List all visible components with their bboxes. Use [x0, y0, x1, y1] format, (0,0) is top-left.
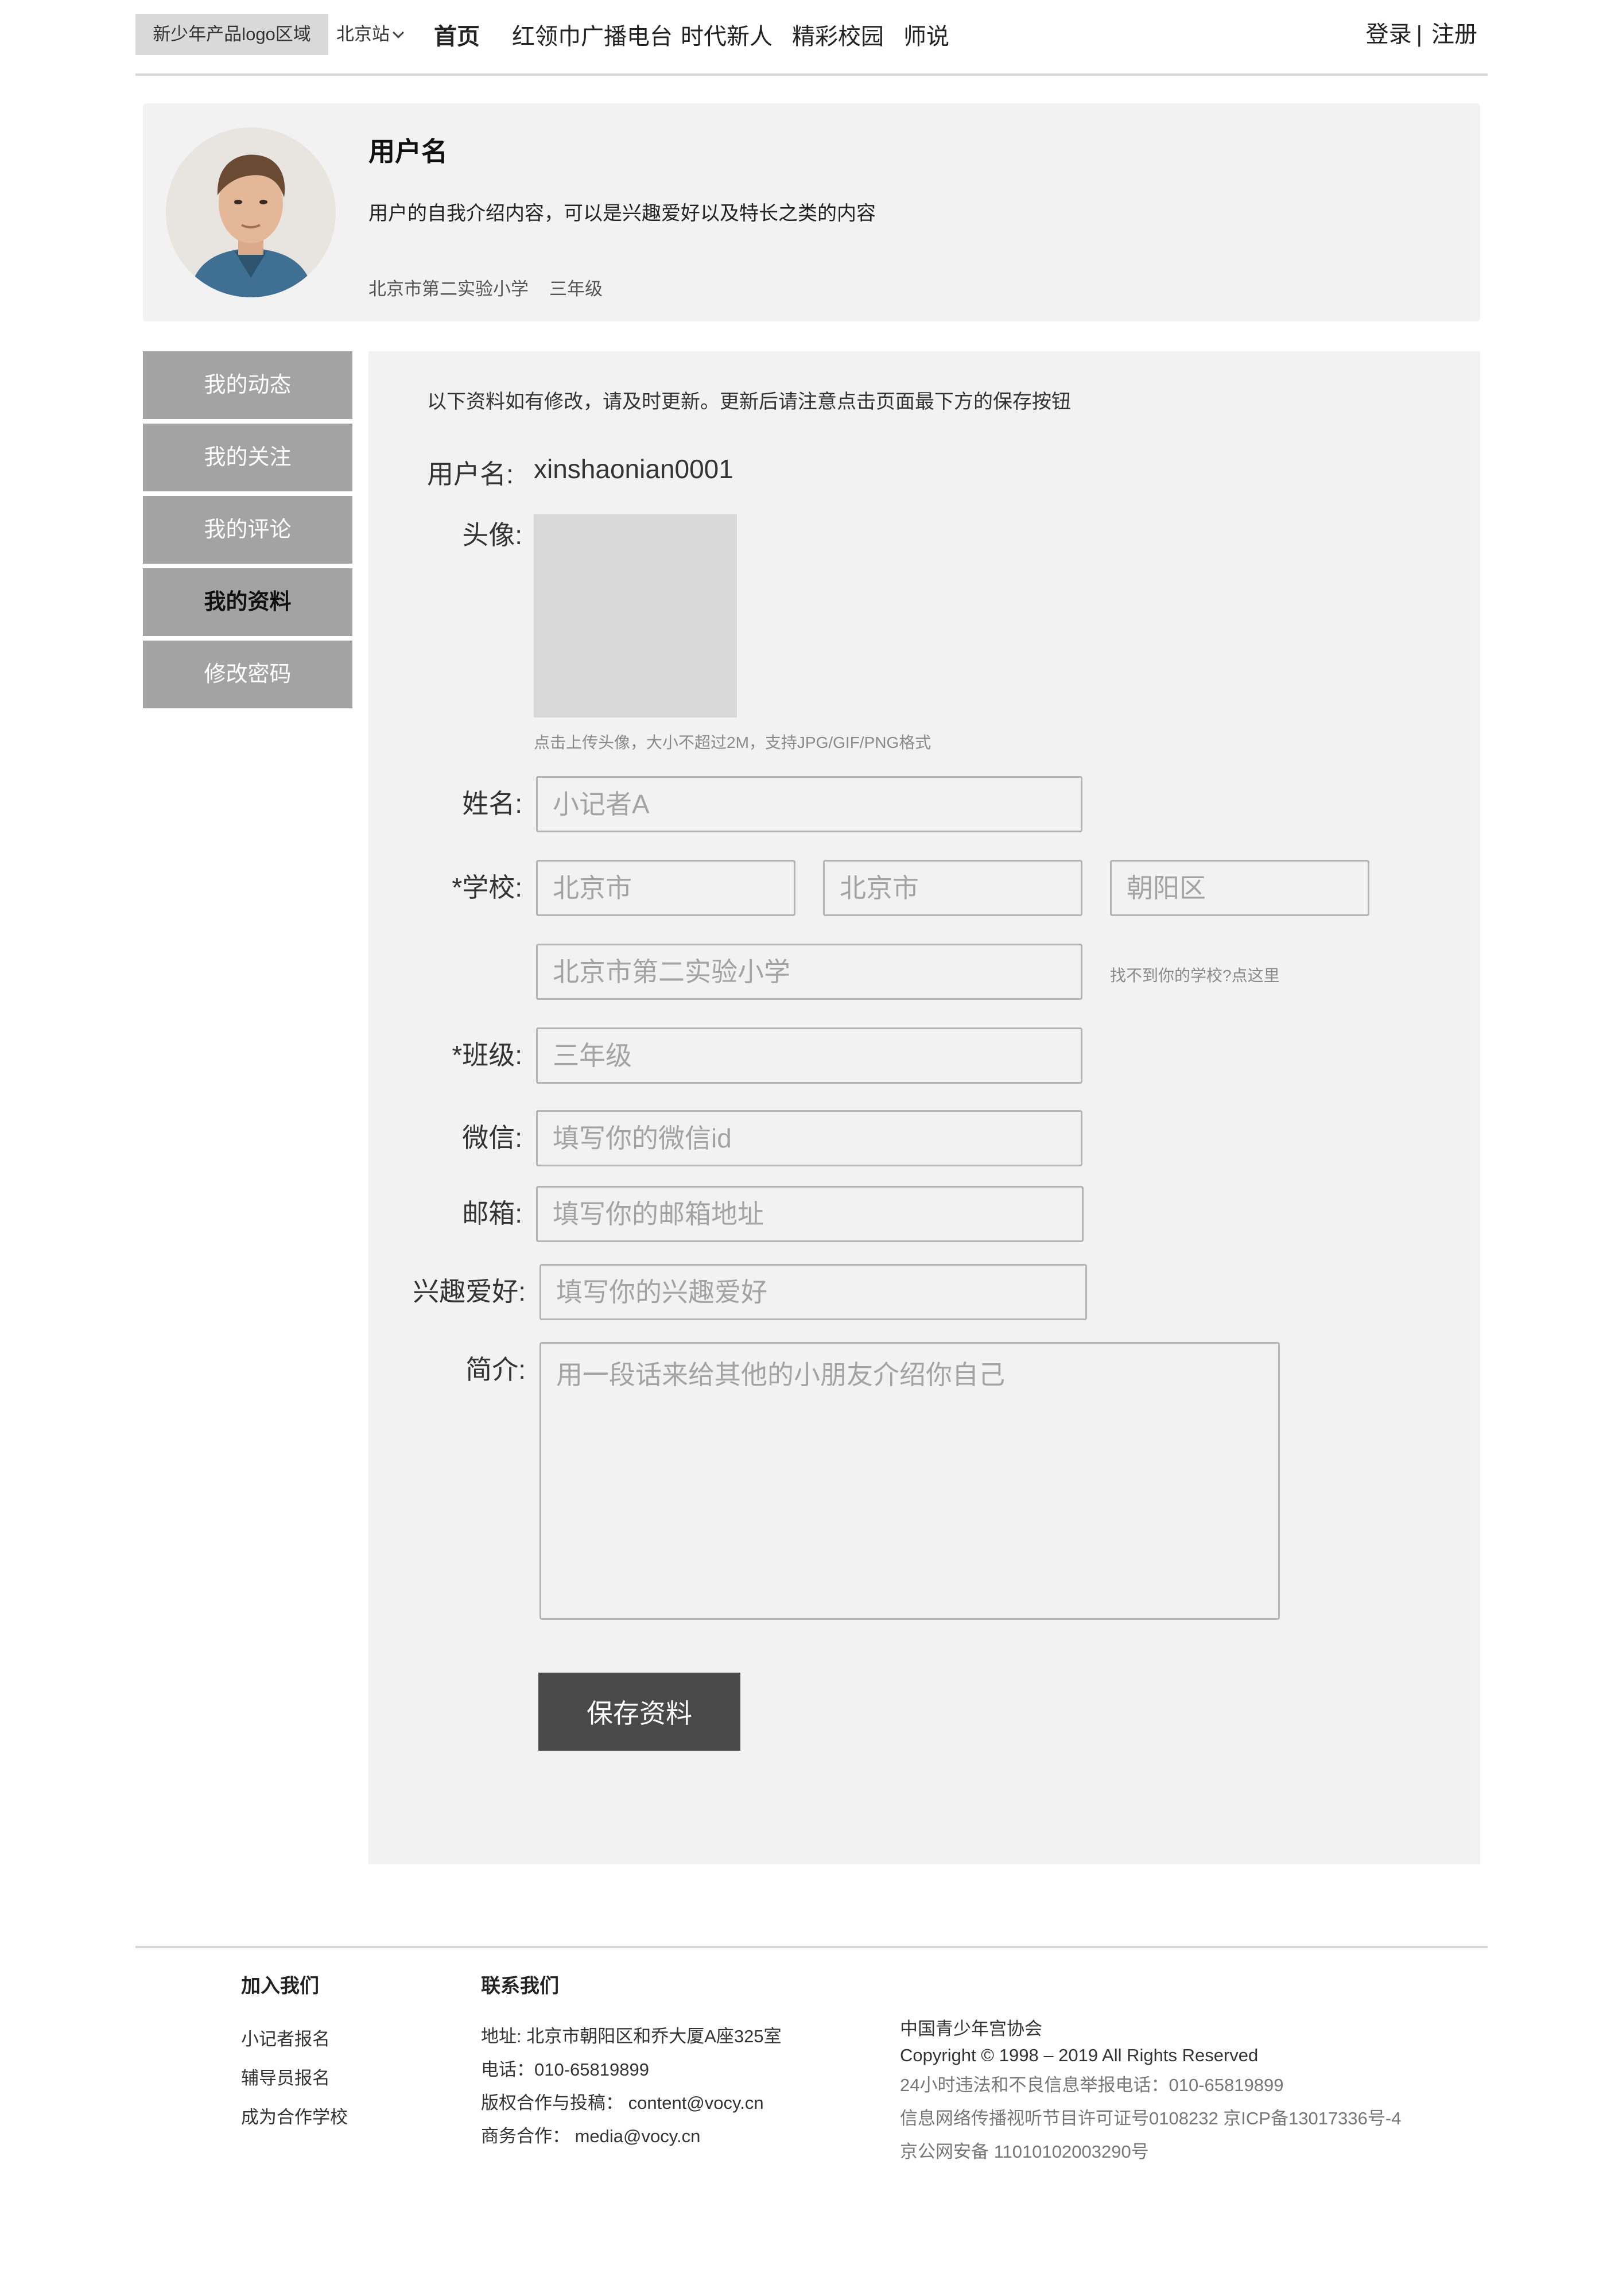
hobby-field[interactable]: [539, 1264, 1087, 1320]
avatar-upload[interactable]: [534, 514, 737, 718]
avatar-image: [166, 127, 336, 297]
email-label: 邮箱:: [462, 1199, 522, 1228]
profile-grade: 三年级: [549, 279, 603, 299]
profile-card: 用户名 用户的自我介绍内容，可以是兴趣爱好以及特长之类的内容 北京市第二实验小学…: [143, 103, 1480, 321]
city-select[interactable]: [823, 860, 1082, 916]
school-label: *学校:: [452, 872, 522, 902]
profile-school-info: 北京市第二实验小学 三年级: [368, 274, 603, 300]
profile-school: 北京市第二实验小学: [368, 279, 529, 299]
nav-new-people[interactable]: 时代新人: [681, 18, 773, 51]
footer-link-reporter[interactable]: 小记者报名: [241, 2020, 348, 2059]
school-missing-link[interactable]: 找不到你的学校?点这里: [1110, 963, 1280, 986]
name-label: 姓名:: [462, 789, 522, 819]
nav-radio[interactable]: 红领巾广播电台: [512, 18, 673, 51]
footer-report-phone: 24小时违法和不良信息举报电话：010-65819899: [900, 2075, 1284, 2095]
top-header: 新少年产品logo区域 北京站 首页 红领巾广播电台 时代新人 精彩校园 师说 …: [135, 0, 1488, 76]
footer-contact: 联系我们 地址: 北京市朝阳区和乔大厦A座325室 电话：010-6581989…: [481, 1970, 782, 2153]
save-profile-button[interactable]: 保存资料: [538, 1673, 740, 1751]
class-label: *班级:: [452, 1040, 522, 1070]
name-field[interactable]: [536, 776, 1082, 832]
sidebar-item-profile[interactable]: 我的资料: [143, 568, 352, 636]
profile-username: 用户名: [368, 137, 448, 166]
city-selector[interactable]: 北京站: [336, 14, 404, 55]
city-label: 北京站: [336, 24, 390, 44]
login-link[interactable]: 登录: [1366, 22, 1412, 47]
avatar-upload-hint: 点击上传头像，大小不超过2M，支持JPG/GIF/PNG格式: [534, 734, 931, 751]
wechat-label: 微信:: [462, 1123, 522, 1153]
footer-contact-title: 联系我们: [481, 1975, 559, 1997]
nav-teachers[interactable]: 师说: [903, 18, 949, 51]
footer-join: 加入我们 小记者报名 辅导员报名 成为合作学校: [241, 1970, 348, 2137]
footer-link-partner-school[interactable]: 成为合作学校: [241, 2098, 348, 2137]
sidebar-item-activity[interactable]: 我的动态: [143, 351, 352, 419]
nav-home[interactable]: 首页: [434, 18, 480, 51]
logo[interactable]: 新少年产品logo区域: [135, 14, 328, 55]
footer-address: 地址: 北京市朝阳区和乔大厦A座325室: [481, 2026, 782, 2046]
sidebar: 我的动态 我的关注 我的评论 我的资料 修改密码: [143, 351, 352, 713]
intro-textarea[interactable]: [539, 1342, 1280, 1620]
profile-form-panel: 以下资料如有修改，请及时更新。更新后请注意点击页面最下方的保存按钮 用户名: x…: [368, 351, 1480, 1864]
district-select[interactable]: [1110, 860, 1369, 916]
footer-divider: [135, 1946, 1488, 1948]
avatar-label: 头像:: [462, 520, 522, 550]
username-value: xinshaonian0001: [534, 454, 733, 484]
register-link[interactable]: 注册: [1431, 22, 1477, 47]
nav-campus[interactable]: 精彩校园: [792, 18, 884, 51]
footer-license: 信息网络传播视听节目许可证号0108232 京ICP备13017336号-4: [900, 2108, 1402, 2128]
footer-submission-email[interactable]: 版权合作与投稿： content@vocy.cn: [481, 2086, 782, 2120]
sidebar-item-following[interactable]: 我的关注: [143, 424, 352, 491]
class-select[interactable]: [536, 1027, 1082, 1084]
sidebar-item-comments[interactable]: 我的评论: [143, 496, 352, 564]
footer-copyright: Copyright © 1998 – 2019 All Rights Reser…: [900, 2045, 1259, 2065]
footer-business-email[interactable]: 商务合作： media@vocy.cn: [481, 2120, 782, 2153]
footer-link-counselor[interactable]: 辅导员报名: [241, 2059, 348, 2098]
hobby-label: 兴趣爱好:: [413, 1277, 526, 1306]
wechat-field[interactable]: [536, 1110, 1082, 1166]
intro-label: 简介:: [465, 1355, 526, 1384]
main-nav: 首页 红领巾广播电台 时代新人 精彩校园 师说: [434, 14, 969, 55]
avatar: [166, 127, 336, 297]
form-notice: 以下资料如有修改，请及时更新。更新后请注意点击页面最下方的保存按钮: [427, 391, 1071, 413]
auth-separator: |: [1416, 22, 1422, 47]
footer-phone: 电话：010-65819899: [481, 2060, 649, 2080]
chevron-down-icon: [393, 27, 404, 38]
footer-org-name: 中国青少年宫协会: [900, 2019, 1042, 2039]
footer-police-record: 京公网安备 11010102003290号: [900, 2142, 1149, 2162]
province-select[interactable]: [536, 860, 795, 916]
profile-bio: 用户的自我介绍内容，可以是兴趣爱好以及特长之类的内容: [368, 203, 876, 224]
email-field[interactable]: [536, 1186, 1084, 1242]
school-select[interactable]: [536, 944, 1082, 1000]
sidebar-item-change-password[interactable]: 修改密码: [143, 641, 352, 708]
auth-links: 登录 | 注册: [1366, 14, 1477, 55]
footer-join-title: 加入我们: [241, 1975, 319, 1997]
footer-org: 中国青少年宫协会 Copyright © 1998 – 2019 All Rig…: [900, 2016, 1401, 2169]
